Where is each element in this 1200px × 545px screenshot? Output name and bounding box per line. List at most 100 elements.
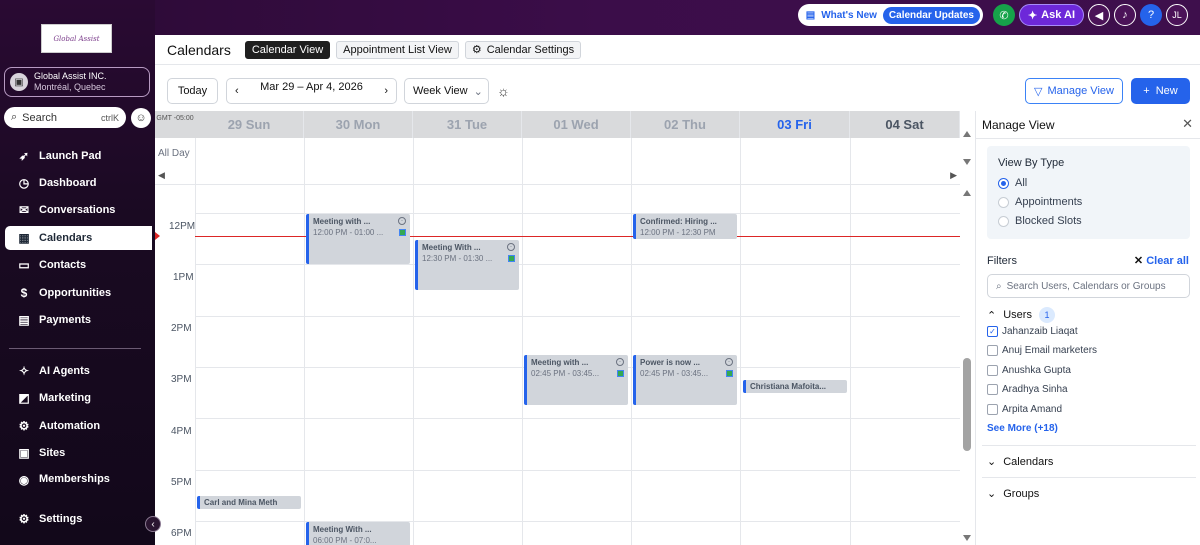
calendar-updates-badge[interactable]: Calendar Updates xyxy=(882,6,980,24)
day-header-today[interactable]: 03 Fri xyxy=(740,111,850,138)
status-icon: · xyxy=(616,358,624,366)
radio-blocked-slots[interactable]: Blocked Slots xyxy=(998,215,1082,227)
megaphone-icon[interactable]: ◀ xyxy=(1088,4,1110,26)
checkbox[interactable]: ✓ xyxy=(987,326,998,337)
day-header[interactable]: 04 Sat xyxy=(850,111,960,138)
calendars-section-header[interactable]: ⌄ Calendars xyxy=(987,455,1053,469)
contacts-icon: ▭ xyxy=(18,258,30,272)
today-button[interactable]: Today xyxy=(167,78,218,104)
user-icon[interactable]: ☺ xyxy=(131,108,151,128)
scroll-up-icon[interactable] xyxy=(963,131,971,137)
day-header[interactable]: 30 Mon xyxy=(304,111,413,138)
user-filter-item[interactable]: Aradhya Sinha xyxy=(987,384,1068,395)
sidebar-item-launch-pad[interactable]: ➶ Launch Pad xyxy=(5,144,152,168)
checkbox[interactable] xyxy=(987,384,998,395)
radio-button[interactable] xyxy=(998,196,1009,208)
filter-search-input[interactable]: ⌕ Search Users, Calendars or Groups xyxy=(987,274,1190,298)
megaphone-icon: ◩ xyxy=(18,391,30,405)
tab-appointment-list-view[interactable]: Appointment List View xyxy=(336,40,459,59)
sidebar-item-opportunities[interactable]: $ Opportunities xyxy=(5,281,152,305)
new-button[interactable]: + New xyxy=(1131,78,1190,104)
sidebar-divider xyxy=(9,348,141,349)
calendar-event[interactable]: Meeting with ... 12:00 PM - 01:00 ... · xyxy=(306,214,410,264)
user-filter-item[interactable]: Anuj Email marketers xyxy=(987,345,1097,356)
calendar-event[interactable]: Meeting with ... 02:45 PM - 03:45... · xyxy=(524,355,628,405)
ask-ai-button[interactable]: ✦ Ask AI xyxy=(1018,4,1084,26)
radio-button[interactable] xyxy=(998,177,1009,189)
all-day-label: All Day xyxy=(158,148,190,159)
sidebar-item-conversations[interactable]: ✉ Conversations xyxy=(5,198,152,222)
checkbox[interactable] xyxy=(987,404,998,415)
radio-appointments[interactable]: Appointments xyxy=(998,196,1082,208)
calendar-scrollbar[interactable] xyxy=(960,111,974,545)
calendar-event[interactable]: Carl and Mina Meth xyxy=(197,496,301,509)
checkbox[interactable] xyxy=(987,345,998,356)
manage-view-button[interactable]: ▽ Manage View xyxy=(1025,78,1123,104)
current-time-marker xyxy=(155,232,160,240)
filters-label: Filters xyxy=(987,255,1017,267)
event-time: 12:00 PM - 12:30 PM xyxy=(640,228,716,237)
hour-label: 12PM xyxy=(169,221,196,232)
sidebar-item-calendars[interactable]: ▦ Calendars xyxy=(5,226,152,250)
scroll-down-icon[interactable] xyxy=(963,535,971,541)
radio-all[interactable]: All xyxy=(998,177,1027,189)
sidebar-item-dashboard[interactable]: ◷ Dashboard xyxy=(5,171,152,195)
account-switcher[interactable]: ▣ Global Assist INC. Montréal, Quebec xyxy=(4,67,150,97)
checkbox[interactable] xyxy=(987,365,998,376)
day-header[interactable]: 31 Tue xyxy=(413,111,522,138)
manage-view-panel: Manage View ✕ View By Type All Appointme… xyxy=(975,111,1200,545)
users-section-header[interactable]: ⌃ Users 1 xyxy=(987,307,1055,323)
sidebar-item-payments[interactable]: ▤ Payments xyxy=(5,308,152,332)
calendar-event[interactable]: Meeting With ... 06:00 PM - 07:0... xyxy=(306,522,410,545)
tab-calendar-settings[interactable]: ⚙ Calendar Settings xyxy=(464,40,582,59)
user-filter-item[interactable]: Arpita Amand xyxy=(987,404,1062,415)
bell-icon[interactable]: ♪ xyxy=(1114,4,1136,26)
lightbulb-icon[interactable]: ☼ xyxy=(497,83,510,99)
google-calendar-icon xyxy=(726,370,733,377)
calendar-toolbar: Today ‹ Mar 29 – Apr 4, 2026 › Week View… xyxy=(155,66,975,111)
sidebar-item-ai-agents[interactable]: ✧ AI Agents xyxy=(5,359,152,383)
chevron-right-icon[interactable]: › xyxy=(384,85,388,97)
sidebar-item-sites[interactable]: ▣ Sites xyxy=(5,441,152,465)
sidebar-search[interactable]: ⌕ Search ctrlK xyxy=(4,107,126,128)
grid-line xyxy=(631,138,632,545)
whats-new-button[interactable]: ▤ What's New Calendar Updates xyxy=(797,4,983,26)
user-filter-item[interactable]: ✓ Jahanzaib Liaqat xyxy=(987,326,1078,337)
day-header[interactable]: 01 Wed xyxy=(522,111,631,138)
calendar-event[interactable]: Meeting With ... 12:30 PM - 01:30 ... · xyxy=(415,240,519,290)
scroll-right-icon[interactable]: ▶ xyxy=(950,170,957,181)
groups-section-header[interactable]: ⌄ Groups xyxy=(987,487,1039,501)
chevron-up-icon: ⌃ xyxy=(987,309,997,322)
sidebar-item-memberships[interactable]: ◉ Memberships xyxy=(5,468,152,486)
scrollbar-thumb[interactable] xyxy=(963,358,971,451)
calendar-event[interactable]: Confirmed: Hiring ... 12:00 PM - 12:30 P… xyxy=(633,214,737,239)
event-time: 12:00 PM - 01:00 ... xyxy=(313,228,384,237)
day-header[interactable]: 29 Sun xyxy=(195,111,304,138)
calendar-event[interactable]: Power is now ... 02:45 PM - 03:45... · xyxy=(633,355,737,405)
see-more-link[interactable]: See More (+18) xyxy=(987,423,1058,434)
scroll-down-icon[interactable] xyxy=(963,159,971,165)
calendar-event[interactable]: Christiana Mafoita... xyxy=(743,380,847,393)
phone-icon[interactable]: ✆ xyxy=(992,4,1015,26)
close-icon[interactable]: ✕ xyxy=(1182,116,1193,132)
help-icon[interactable]: ? xyxy=(1140,4,1162,26)
scroll-left-icon[interactable]: ◀ xyxy=(158,170,165,181)
chevron-left-icon[interactable]: ‹ xyxy=(235,85,239,97)
clear-all-button[interactable]: ✕ Clear all xyxy=(1134,254,1189,267)
radio-button[interactable] xyxy=(998,215,1009,227)
sidebar-item-settings[interactable]: ⚙ Settings xyxy=(5,507,152,531)
tab-calendar-view[interactable]: Calendar View xyxy=(244,40,331,59)
view-select[interactable]: Week View ⌄ xyxy=(404,78,489,104)
grid-line xyxy=(195,470,960,471)
user-filter-item[interactable]: Anushka Gupta xyxy=(987,365,1071,376)
sidebar-item-contacts[interactable]: ▭ Contacts xyxy=(5,253,152,277)
sidebar-item-marketing[interactable]: ◩ Marketing xyxy=(5,386,152,410)
sidebar-item-automation[interactable]: ⚙ Automation xyxy=(5,414,152,438)
opportunities-icon: $ xyxy=(20,286,28,300)
chevron-down-icon: ⌄ xyxy=(987,456,997,468)
scroll-up-icon[interactable] xyxy=(963,190,971,196)
grid-line xyxy=(850,138,851,545)
user-avatar[interactable]: JL xyxy=(1166,4,1188,26)
day-header[interactable]: 02 Thu xyxy=(631,111,740,138)
status-icon: · xyxy=(398,217,406,225)
